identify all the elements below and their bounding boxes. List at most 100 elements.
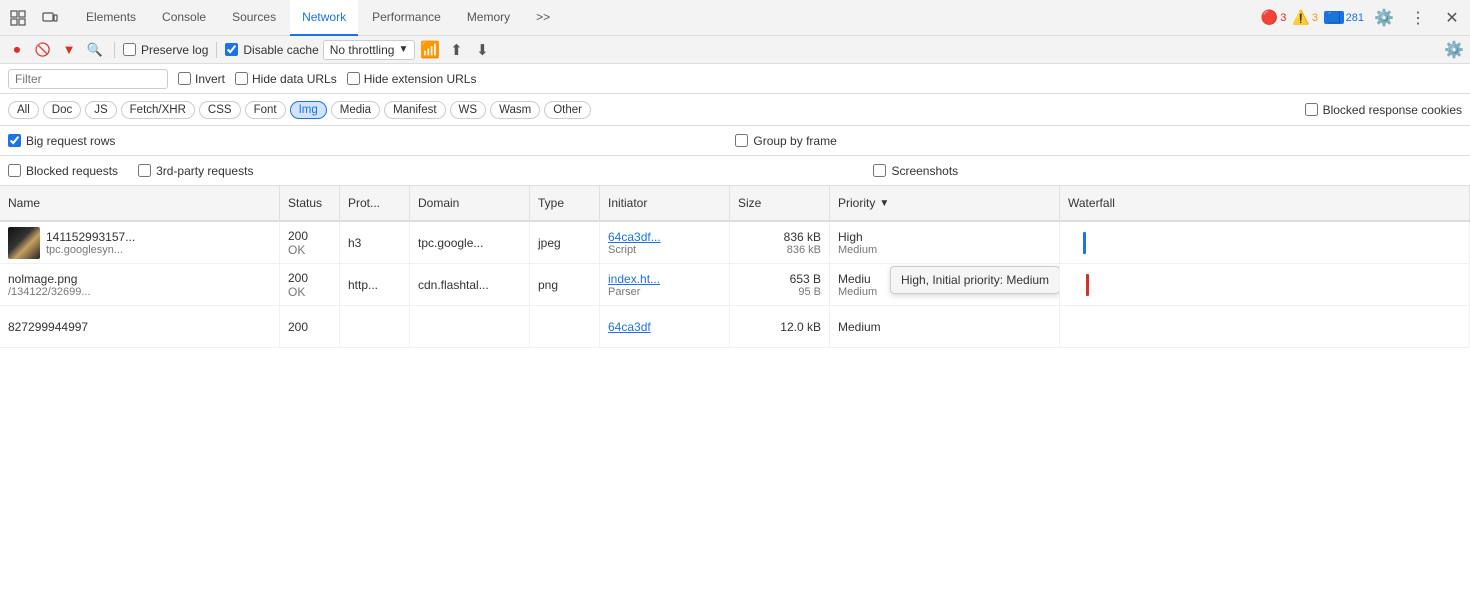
td-type-3 bbox=[530, 306, 600, 347]
chevron-down-icon: ▼ bbox=[398, 44, 408, 55]
third-party-requests-checkbox[interactable] bbox=[138, 164, 151, 177]
clear-button[interactable]: 🚫 bbox=[32, 39, 54, 61]
type-btn-wasm[interactable]: Wasm bbox=[490, 101, 540, 119]
th-domain[interactable]: Domain bbox=[410, 186, 530, 220]
invert-label[interactable]: Invert bbox=[178, 72, 225, 86]
th-name[interactable]: Name bbox=[0, 186, 280, 220]
disable-cache-checkbox[interactable] bbox=[225, 43, 238, 56]
td-initiator-3: 64ca3df bbox=[600, 306, 730, 347]
type-btn-ws[interactable]: WS bbox=[450, 101, 487, 119]
type-btn-other[interactable]: Other bbox=[544, 101, 591, 119]
type-filter-row: All Doc JS Fetch/XHR CSS Font Img Media … bbox=[0, 94, 1470, 126]
tab-more[interactable]: >> bbox=[524, 0, 562, 36]
td-initiator-2: index.ht... Parser bbox=[600, 264, 730, 305]
toolbar-divider-1 bbox=[114, 42, 115, 58]
settings-icon[interactable]: ⚙️ bbox=[1370, 4, 1398, 32]
throttle-select[interactable]: No throttling ▼ bbox=[323, 40, 416, 60]
download-icon[interactable]: ⬇ bbox=[471, 39, 493, 61]
td-name-3: 827299944997 bbox=[0, 306, 280, 347]
td-type-1: jpeg bbox=[530, 222, 600, 263]
tab-sources[interactable]: Sources bbox=[220, 0, 288, 36]
td-type-2: png bbox=[530, 264, 600, 305]
table-row[interactable]: 141152993157... tpc.googlesyn... 200 OK … bbox=[0, 222, 1470, 264]
th-protocol[interactable]: Prot... bbox=[340, 186, 410, 220]
th-priority[interactable]: Priority ▼ bbox=[830, 186, 1060, 220]
type-btn-css[interactable]: CSS bbox=[199, 101, 241, 119]
preserve-log-checkbox[interactable] bbox=[123, 43, 136, 56]
network-toolbar: ⏺ 🚫 ▼ 🔍 Preserve log Disable cache No th… bbox=[0, 36, 1470, 64]
screenshots-label[interactable]: Screenshots bbox=[873, 164, 958, 178]
device-toggle-icon[interactable] bbox=[36, 4, 64, 32]
td-domain-2: cdn.flashtal... bbox=[410, 264, 530, 305]
blocked-requests-checkbox[interactable] bbox=[8, 164, 21, 177]
td-initiator-1: 64ca3df... Script bbox=[600, 222, 730, 263]
type-btn-media[interactable]: Media bbox=[331, 101, 380, 119]
filter-row: Invert Hide data URLs Hide extension URL… bbox=[0, 64, 1470, 94]
td-protocol-2: http... bbox=[340, 264, 410, 305]
screenshots-checkbox[interactable] bbox=[873, 164, 886, 177]
network-settings-icon[interactable]: ⚙️ bbox=[1444, 40, 1464, 60]
options-row-1: Big request rows Group by frame bbox=[0, 126, 1470, 156]
th-size[interactable]: Size bbox=[730, 186, 830, 220]
invert-checkbox[interactable] bbox=[178, 72, 191, 85]
more-options-icon[interactable]: ⋮ bbox=[1404, 4, 1432, 32]
type-btn-doc[interactable]: Doc bbox=[43, 101, 81, 119]
td-priority-3: Medium bbox=[830, 306, 1060, 347]
type-btn-all[interactable]: All bbox=[8, 101, 39, 119]
filename-1: 141152993157... bbox=[46, 230, 135, 244]
options-row-2: Blocked requests 3rd-party requests Scre… bbox=[0, 156, 1470, 186]
preserve-log-label[interactable]: Preserve log bbox=[123, 43, 208, 57]
type-btn-font[interactable]: Font bbox=[245, 101, 286, 119]
search-button[interactable]: 🔍 bbox=[84, 39, 106, 61]
th-status[interactable]: Status bbox=[280, 186, 340, 220]
type-btn-fetch-xhr[interactable]: Fetch/XHR bbox=[121, 101, 195, 119]
td-size-1: 836 kB 836 kB bbox=[730, 222, 830, 263]
td-status-3: 200 bbox=[280, 306, 340, 347]
error-badge: 🔴 3 bbox=[1261, 9, 1287, 26]
filter-toggle-button[interactable]: ▼ bbox=[58, 39, 80, 61]
blocked-requests-label[interactable]: Blocked requests bbox=[8, 164, 118, 178]
error-icon: 🔴 bbox=[1261, 9, 1278, 26]
table-row[interactable]: 827299944997 200 64ca3df 12.0 kB Medium bbox=[0, 306, 1470, 348]
big-request-rows-checkbox[interactable] bbox=[8, 134, 21, 147]
filepath-1: tpc.googlesyn... bbox=[46, 244, 135, 256]
filter-input[interactable] bbox=[8, 69, 168, 89]
hide-extension-urls-label[interactable]: Hide extension URLs bbox=[347, 72, 477, 86]
type-btn-img[interactable]: Img bbox=[290, 101, 327, 119]
td-name-1: 141152993157... tpc.googlesyn... bbox=[0, 222, 280, 263]
blocked-cookies-label[interactable]: Blocked response cookies bbox=[1305, 103, 1462, 117]
wifi-icon[interactable]: 📶 bbox=[419, 39, 441, 61]
td-priority-1: High Medium bbox=[830, 222, 1060, 263]
filepath-2: /134122/32699... bbox=[8, 286, 91, 298]
th-initiator[interactable]: Initiator bbox=[600, 186, 730, 220]
big-request-rows-label[interactable]: Big request rows bbox=[8, 134, 115, 148]
close-devtools-icon[interactable]: ✕ bbox=[1438, 4, 1466, 32]
type-btn-manifest[interactable]: Manifest bbox=[384, 101, 445, 119]
hide-data-urls-label[interactable]: Hide data URLs bbox=[235, 72, 337, 86]
td-waterfall-2 bbox=[1060, 264, 1470, 305]
tab-network[interactable]: Network bbox=[290, 0, 358, 36]
th-type[interactable]: Type bbox=[530, 186, 600, 220]
upload-icon[interactable]: ⬆ bbox=[445, 39, 467, 61]
tab-elements[interactable]: Elements bbox=[74, 0, 148, 36]
info-badge: 🟦 281 bbox=[1324, 11, 1364, 24]
group-by-frame-checkbox[interactable] bbox=[735, 134, 748, 147]
blocked-cookies-checkbox[interactable] bbox=[1305, 103, 1318, 116]
hide-data-urls-checkbox[interactable] bbox=[235, 72, 248, 85]
record-stop-button[interactable]: ⏺ bbox=[6, 39, 28, 61]
third-party-requests-label[interactable]: 3rd-party requests bbox=[138, 164, 253, 178]
hide-extension-urls-checkbox[interactable] bbox=[347, 72, 360, 85]
inspect-icon[interactable] bbox=[4, 4, 32, 32]
table-row[interactable]: nolmage.png /134122/32699... 200 OK http… bbox=[0, 264, 1470, 306]
tab-memory[interactable]: Memory bbox=[455, 0, 522, 36]
td-name-2: nolmage.png /134122/32699... bbox=[0, 264, 280, 305]
tab-performance[interactable]: Performance bbox=[360, 0, 453, 36]
group-by-frame-label[interactable]: Group by frame bbox=[735, 134, 836, 148]
th-waterfall[interactable]: Waterfall bbox=[1060, 186, 1470, 220]
filename-2: nolmage.png bbox=[8, 272, 91, 286]
td-waterfall-3 bbox=[1060, 306, 1470, 347]
type-btn-js[interactable]: JS bbox=[85, 101, 116, 119]
tab-console[interactable]: Console bbox=[150, 0, 218, 36]
disable-cache-label[interactable]: Disable cache bbox=[225, 43, 318, 57]
priority-sort-arrow: ▼ bbox=[879, 198, 889, 209]
